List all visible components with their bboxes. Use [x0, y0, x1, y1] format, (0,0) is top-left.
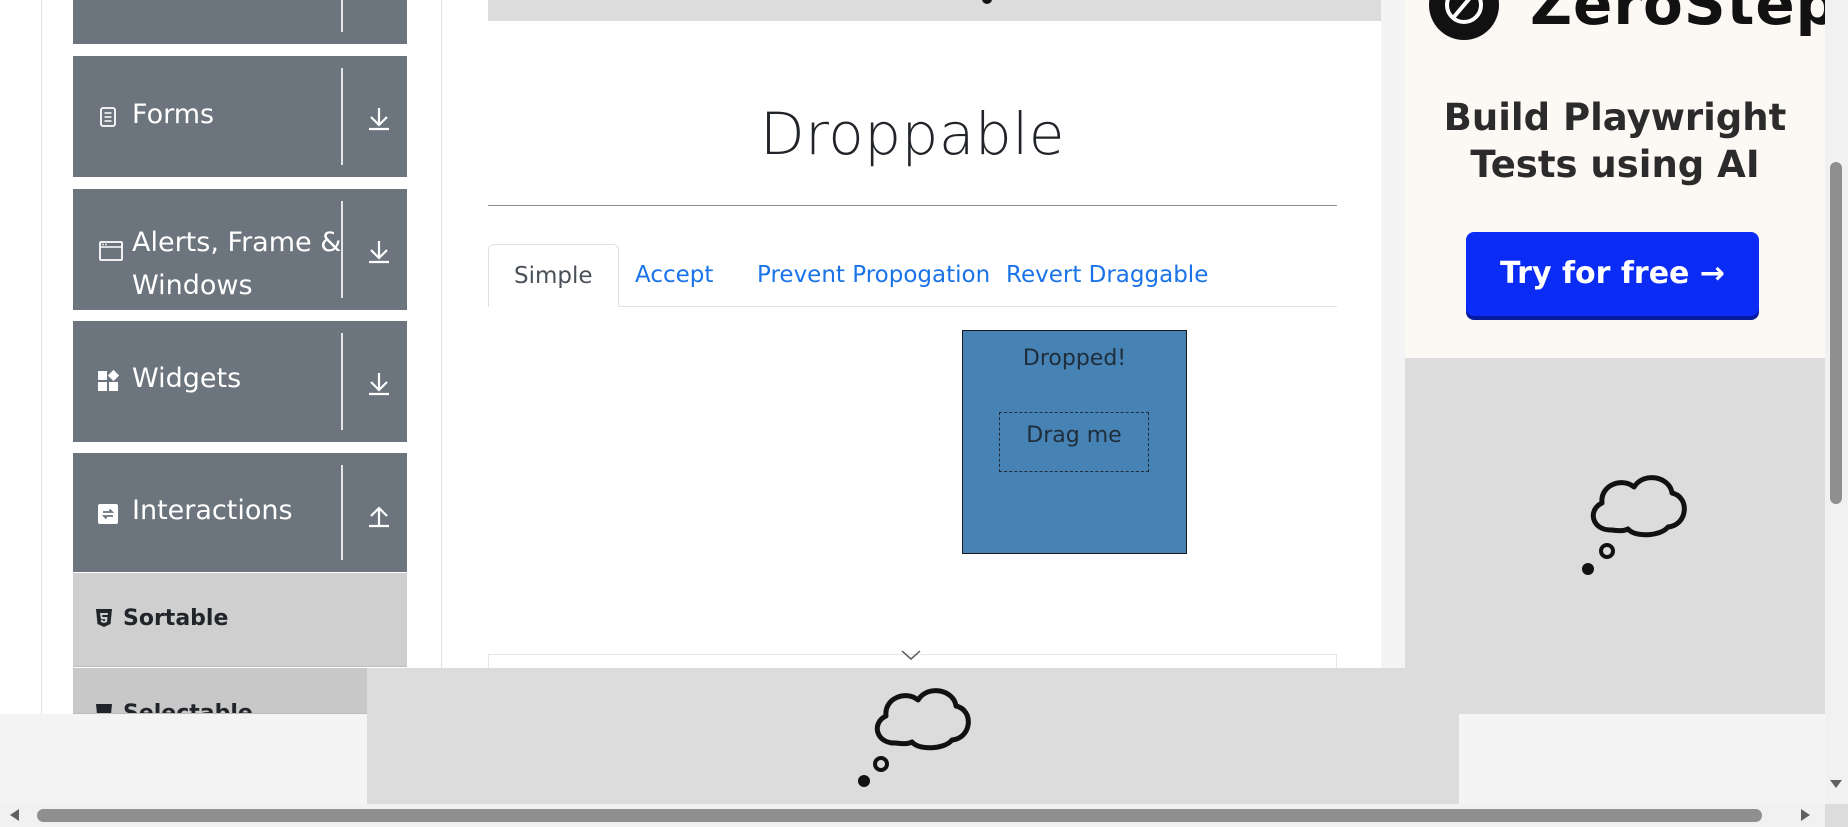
draggable-label: Drag me	[1026, 423, 1122, 448]
sidebar-group-label: Interactions	[132, 495, 293, 526]
ad-margin	[1381, 0, 1405, 668]
zerostep-logo-icon	[1429, 0, 1499, 40]
thought-bubble-icon	[858, 688, 971, 787]
sidebar-group-label: Widgets	[132, 363, 242, 394]
document-icon	[100, 107, 116, 127]
sidebar-group-widgets[interactable]: Widgets	[73, 321, 407, 442]
page-root: Forms Alerts, Frame & Windows Widgets In…	[0, 0, 1848, 827]
thought-bubble-icon	[982, 0, 992, 4]
html5-shield-icon	[96, 704, 112, 713]
sidebar-border-right	[441, 0, 442, 714]
window-icon	[99, 241, 123, 261]
ad-headline-line1: Build Playwright	[1443, 96, 1787, 139]
html5-shield-icon	[96, 609, 112, 627]
group-separator	[341, 0, 343, 32]
title-divider	[488, 205, 1337, 206]
sidebar-group-label: Alerts, Frame &	[132, 227, 342, 258]
try-for-free-button[interactable]: Try for free →	[1466, 232, 1759, 316]
arrows-cycle-icon	[98, 504, 118, 524]
sidebar-item-sortable[interactable]: Sortable	[73, 573, 407, 667]
sidebar-group-forms[interactable]: Forms	[73, 56, 407, 177]
vertical-scrollbar-thumb[interactable]	[1830, 162, 1842, 504]
scrollbar-corner	[1825, 804, 1848, 827]
tab-revert-draggable[interactable]: Revert Draggable	[981, 244, 1233, 307]
droppable-label: Dropped!	[1022, 346, 1127, 371]
sidebar-group-alerts-frame-windows[interactable]: Alerts, Frame & Windows	[73, 189, 407, 310]
tab-prevent-propogation[interactable]: Prevent Propogation	[732, 244, 1015, 307]
top-ad-strip	[488, 0, 1381, 21]
arrow-down-icon[interactable]	[366, 104, 392, 132]
draggable-item[interactable]: Drag me	[999, 412, 1149, 472]
sidebar-group-label-line2: Windows	[132, 270, 253, 301]
group-separator	[341, 68, 343, 165]
arrow-down-icon[interactable]	[366, 369, 392, 397]
sidebar-item-selectable[interactable]: Selectable	[73, 668, 407, 714]
ad-headline-line2: Tests using AI	[1470, 143, 1760, 186]
sidebar-item-label: Selectable	[123, 701, 253, 714]
sidebar-border-left	[41, 0, 42, 714]
scroll-right-icon[interactable]	[1801, 809, 1810, 821]
arrow-up-icon[interactable]	[366, 501, 392, 529]
scroll-left-icon[interactable]	[10, 809, 19, 821]
chevron-down-icon[interactable]	[900, 648, 922, 662]
sidebar-item-label: Sortable	[123, 606, 229, 631]
tab-simple[interactable]: Simple	[488, 244, 619, 307]
sidebar-group-elements[interactable]	[73, 0, 407, 44]
logo-mark-icon	[1445, 0, 1483, 24]
scroll-down-icon[interactable]	[1830, 780, 1842, 788]
group-separator	[341, 333, 343, 430]
widgets-grid-icon	[98, 370, 119, 391]
group-separator	[341, 201, 343, 298]
left-sidebar: Forms Alerts, Frame & Windows Widgets In…	[0, 0, 442, 714]
group-separator	[341, 465, 343, 560]
thought-bubble-icon	[1582, 475, 1687, 575]
horizontal-scrollbar-thumb[interactable]	[37, 809, 1762, 822]
ad-brand-name: ZeroStep	[1530, 0, 1839, 38]
page-title: Droppable	[759, 100, 1065, 168]
tab-bar: Simple Accept Prevent Propogation Revert…	[488, 244, 1337, 307]
arrow-down-icon[interactable]	[366, 237, 392, 265]
zerostep-ad[interactable]: ZeroStep Build Playwright Tests using AI…	[1405, 0, 1837, 358]
sidebar-group-label: Forms	[132, 99, 215, 130]
tab-accept[interactable]: Accept	[610, 244, 738, 307]
sidebar-group-interactions[interactable]: Interactions	[73, 453, 407, 572]
ad-headline: Build Playwright Tests using AI	[1405, 94, 1825, 188]
